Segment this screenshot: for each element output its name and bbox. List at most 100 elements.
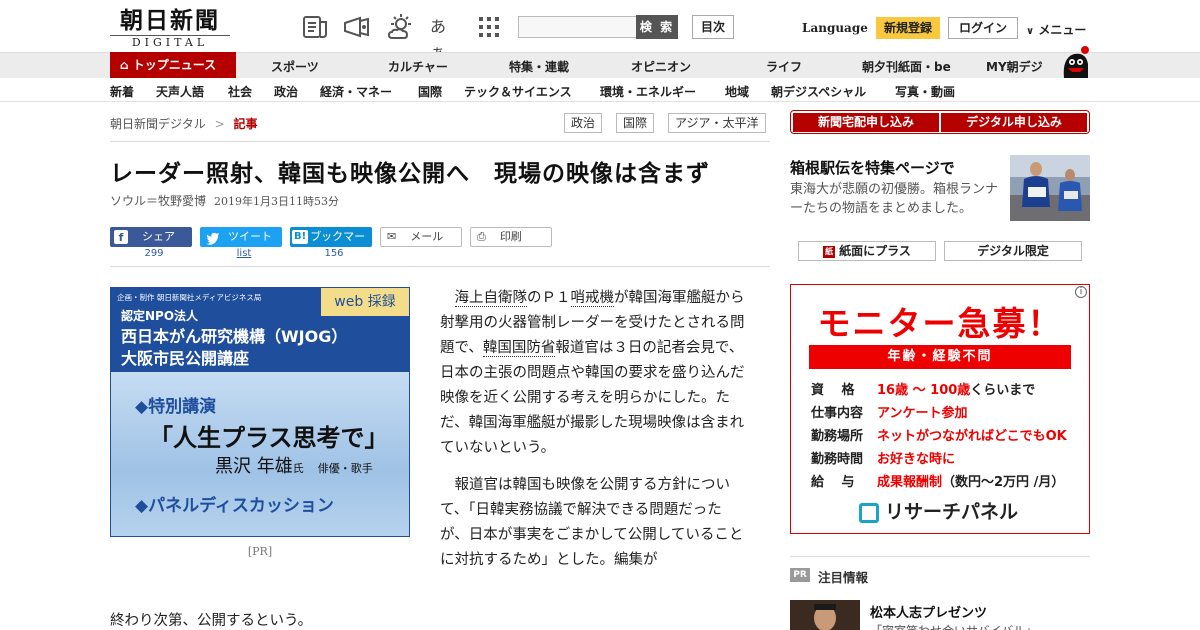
feature-photo-runners[interactable] <box>1010 155 1090 221</box>
breadcrumb-home[interactable]: 朝日新聞デジタル <box>110 117 206 131</box>
signup-button[interactable]: 新規登録 <box>876 17 940 39</box>
paper-plus-label: 紙面にプラス <box>839 244 911 258</box>
mail-label: メール <box>410 230 444 243</box>
ad-brand-name: リサーチパネル <box>885 501 1019 523</box>
ad-row-value: お好きな時に <box>877 452 956 467</box>
secondary-nav: 新着 天声人語 社会 政治 経済・マネー 国際 テック＆サイエンス 環境・エネル… <box>0 78 1200 102</box>
ad-row-value: ネットがつながればどこでもOK <box>877 429 1067 444</box>
article-paragraph-2: 報道官は韓国も映像を公開する方針について、「日韓実務協議で解決できる問題だったが… <box>440 477 744 568</box>
divider <box>110 266 770 267</box>
article-paragraph-2-continued: 終わり次第、公開するという。 <box>110 613 313 629</box>
subnav-photo[interactable]: 写真・動画 <box>895 83 955 100</box>
feature-title[interactable]: 箱根駅伝を特集ページで <box>790 157 955 178</box>
menu-button[interactable]: ∨ メニュー <box>1026 21 1086 38</box>
text-segment: 報道官は３日の記者会見で、日本の主張の問題点や韓国の要求を盛り込んだ映像を近く公… <box>440 340 745 456</box>
home-icon: ⌂ <box>120 58 129 72</box>
subnav-international[interactable]: 国際 <box>418 83 442 100</box>
newspaper-icon[interactable] <box>300 14 328 40</box>
ad-row-key: 給 与 <box>811 475 855 490</box>
ad-row-key: 勤務場所 <box>811 429 864 444</box>
research-panel-logo-icon <box>859 502 879 523</box>
paper-plus-button[interactable]: 紙紙面にプラス <box>798 241 936 261</box>
twitter-count-link[interactable]: list <box>200 248 288 259</box>
search-input[interactable] <box>518 16 636 38</box>
nav-item-life[interactable]: ライフ <box>766 58 802 75</box>
print-label: 印刷 <box>499 230 522 243</box>
subnav-environment[interactable]: 環境・エネルギー <box>600 83 696 100</box>
language-link[interactable]: Language <box>802 21 868 35</box>
ad-banner-lecture[interactable]: 企画・制作 朝日新聞社メディアビジネス局 web 採録 認定NPO法人 西日本が… <box>110 287 410 537</box>
tag-politics[interactable]: 政治 <box>564 113 603 133</box>
search-button[interactable]: 検 索 <box>636 15 678 39</box>
ad-banner-monitor[interactable]: i モニター急募！ 年齢・経験不問 資 格 16歳 〜 100歳くらいまで 仕事内… <box>790 284 1090 534</box>
login-button[interactable]: ログイン <box>948 17 1018 39</box>
mail-button[interactable]: ✉ メール <box>380 227 462 247</box>
ad-speaker-suffix: 氏 <box>292 462 304 475</box>
logo-sub: DIGITAL <box>110 35 230 49</box>
subnav-politics[interactable]: 政治 <box>274 83 298 100</box>
ad-row-value: 16歳 〜 100歳 <box>877 383 971 398</box>
subnav-tech[interactable]: テック＆サイエンス <box>464 83 572 100</box>
subnav-tensei[interactable]: 天声人語 <box>156 83 204 100</box>
subnav-region[interactable]: 地域 <box>725 83 749 100</box>
toc-button[interactable]: 目次 <box>692 15 734 39</box>
article-body: 海上自衛隊のＰ１哨戒機が韓国海軍艦艇から射撃用の火器管制レーダーを受けたとされる… <box>440 286 746 585</box>
nav-top-label: トップニュース <box>132 58 217 72</box>
publish-date: 2019年1月3日11時53分 <box>214 195 340 208</box>
link-rok-defense-ministry[interactable]: 韓国国防省 <box>482 340 556 357</box>
article-title: レーダー照射、韓国も映像公開へ 現場の映像は含まず <box>110 161 710 187</box>
divider <box>790 556 1090 557</box>
print-icon: ⎙ <box>477 230 486 243</box>
nav-item-sports[interactable]: スポーツ <box>271 58 319 75</box>
nav-item-top-news[interactable]: ⌂ トップニュース <box>110 52 236 78</box>
ad-row-key: 仕事内容 <box>811 406 864 421</box>
ad-pr-label: [PR] <box>247 545 273 558</box>
ad-brand: リサーチパネル <box>859 497 1018 524</box>
mail-icon: ✉ <box>387 230 397 243</box>
subscribe-buttons: 新聞宅配申し込み デジタル申し込み <box>790 110 1090 134</box>
pr-thumbnail[interactable] <box>790 600 860 630</box>
article-paragraph-1: 海上自衛隊のＰ１哨戒機が韓国海軍艦艇から射撃用の火器管制レーダーを受けたとされる… <box>440 286 746 461</box>
ad-row-key: 資 格 <box>811 383 855 398</box>
pr-item-description: 「密室笑わせ合いサバイバル」 <box>870 622 1037 630</box>
tag-international[interactable]: 国際 <box>616 113 655 133</box>
digital-only-button[interactable]: デジタル限定 <box>944 241 1082 261</box>
nav-item-paper[interactable]: 朝夕刊紙面・be <box>862 58 951 75</box>
subnav-society[interactable]: 社会 <box>228 83 252 100</box>
ad-row: 勤務場所 ネットがつながればどこでもOK <box>811 425 1067 444</box>
link-patrol-aircraft[interactable]: 哨戒機 <box>570 290 614 307</box>
nav-item-culture[interactable]: カルチャー <box>388 58 448 75</box>
hatena-count: 156 <box>324 248 344 259</box>
subnav-economy[interactable]: 経済・マネー <box>320 83 392 100</box>
mascot-icon[interactable] <box>1058 44 1092 78</box>
link-jmsdf[interactable]: 海上自衛隊 <box>454 290 527 307</box>
asahi-logo[interactable]: 朝日新聞 DIGITAL <box>110 8 230 49</box>
facebook-share-button[interactable]: f シェア <box>110 227 192 247</box>
weather-icon[interactable] <box>386 14 414 40</box>
text-segment: のＰ１ <box>527 290 571 306</box>
home-delivery-button[interactable]: 新聞宅配申し込み <box>793 113 939 132</box>
hatena-bookmark-button[interactable]: B! ブックマーク <box>290 227 372 263</box>
pr-item-title[interactable]: 松本人志プレゼンツ <box>870 602 987 621</box>
ad-credit: 企画・制作 朝日新聞社メディアビジネス局 <box>117 293 262 302</box>
print-button[interactable]: ⎙ 印刷 <box>470 227 552 247</box>
digital-subscribe-button[interactable]: デジタル申し込み <box>941 113 1087 132</box>
subnav-latest[interactable]: 新着 <box>110 83 134 100</box>
facebook-icon: f <box>114 230 128 244</box>
ad-org-line3: 大阪市民公開講座 <box>121 349 250 368</box>
divider <box>110 141 770 142</box>
nav-item-my[interactable]: MY朝デジ <box>986 58 1043 75</box>
twitter-share-button[interactable]: ツイート <box>200 227 282 247</box>
font-size-icon[interactable]: あぁ <box>430 14 458 62</box>
megaphone-icon[interactable] <box>342 14 370 40</box>
grid-menu-icon[interactable] <box>478 14 506 40</box>
ad-row: 仕事内容 アンケート参加 <box>811 402 967 421</box>
facebook-count: 299 <box>144 248 164 259</box>
ad-row-key: 勤務時間 <box>811 452 864 467</box>
tag-asia-pacific[interactable]: アジア・太平洋 <box>668 113 766 133</box>
subnav-special[interactable]: 朝デジスペシャル <box>771 83 866 100</box>
nav-item-opinion[interactable]: オピニオン <box>631 58 691 75</box>
ad-subline: 年齢・経験不問 <box>809 345 1071 369</box>
nav-item-features[interactable]: 特集・連載 <box>509 58 569 75</box>
chevron-down-icon: ∨ <box>1026 26 1035 37</box>
